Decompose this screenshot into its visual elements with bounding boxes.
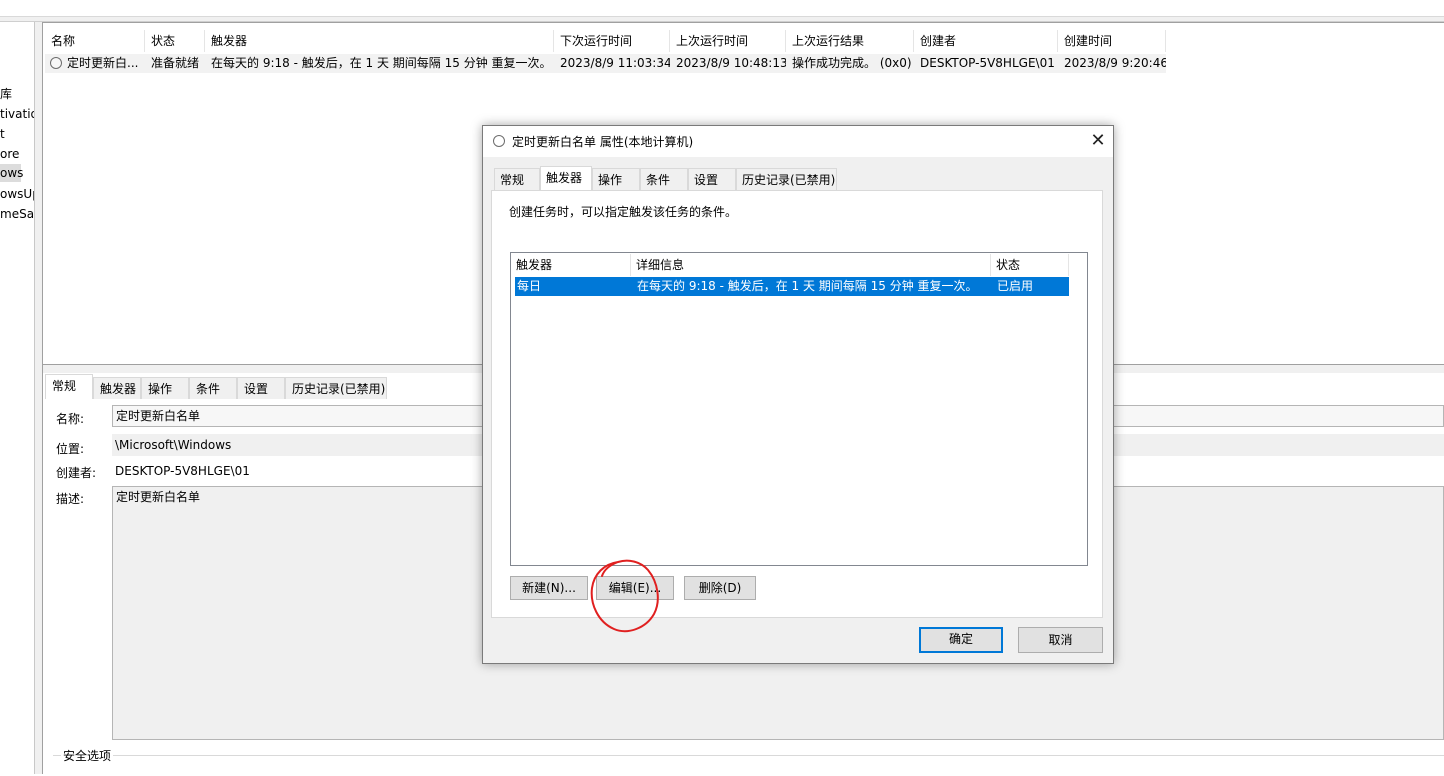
- tree-item[interactable]: tivatio: [0, 105, 34, 123]
- cancel-button[interactable]: 取消: [1018, 627, 1103, 653]
- column-header-next-run[interactable]: 下次运行时间: [554, 30, 670, 52]
- dialog-tab-actions[interactable]: 操作: [592, 168, 640, 190]
- trigger-details-cell: 在每天的 9:18 - 触发后，在 1 天 期间每隔 15 分钟 重复一次。: [637, 279, 978, 293]
- task-author-cell: DESKTOP-5V8HLGE\01: [914, 54, 1058, 73]
- column-header-trigger[interactable]: 触发器: [205, 30, 554, 52]
- tab-history[interactable]: 历史记录(已禁用): [285, 377, 387, 399]
- tree-item[interactable]: owsUp: [0, 185, 34, 203]
- name-label: 名称:: [56, 412, 85, 426]
- dialog-tab-history[interactable]: 历史记录(已禁用): [736, 168, 837, 190]
- tab-actions[interactable]: 操作: [141, 377, 189, 399]
- task-status-cell: 准备就绪: [145, 54, 205, 73]
- security-options-group: [53, 755, 1444, 776]
- column-header-name[interactable]: 名称: [45, 30, 145, 52]
- author-label: 创建者:: [56, 466, 97, 480]
- trigger-type-cell: 每日: [517, 279, 542, 293]
- details-column-header[interactable]: 详细信息: [631, 254, 991, 276]
- vertical-splitter[interactable]: [35, 22, 43, 774]
- column-header-last-run[interactable]: 上次运行时间: [670, 30, 786, 52]
- dialog-tab-settings[interactable]: 设置: [688, 168, 736, 190]
- security-options-label: 安全选项: [61, 747, 114, 764]
- toolbar-strip: [0, 0, 1444, 17]
- task-properties-dialog[interactable]: 定时更新白名单 属性(本地计算机) ✕ 常规 触发器 操作 条件 设置 历史记录…: [482, 125, 1114, 664]
- task-next-run-cell: 2023/8/9 11:03:34: [554, 54, 670, 73]
- clock-icon: [493, 135, 505, 147]
- tree-item[interactable]: 库: [0, 85, 12, 103]
- dialog-tab-general[interactable]: 常规: [494, 168, 540, 190]
- column-header-status[interactable]: 状态: [145, 30, 205, 52]
- ok-button[interactable]: 确定: [919, 627, 1003, 653]
- task-created-cell: 2023/8/9 9:20:46: [1058, 54, 1166, 73]
- tab-triggers[interactable]: 触发器: [93, 377, 141, 399]
- triggers-description: 创建任务时，可以指定触发该任务的条件。: [509, 205, 738, 219]
- description-label: 描述:: [56, 492, 85, 506]
- edit-trigger-button[interactable]: 编辑(E)...: [596, 576, 674, 600]
- tab-general[interactable]: 常规: [45, 374, 93, 399]
- task-trigger-cell: 在每天的 9:18 - 触发后，在 1 天 期间每隔 15 分钟 重复一次。: [205, 54, 554, 73]
- trigger-column-header[interactable]: 触发器: [511, 254, 631, 276]
- task-folder-tree[interactable]: 库 tivatio t ore ows owsUp meSa: [0, 22, 35, 774]
- dialog-title: 定时更新白名单 属性(本地计算机): [512, 135, 694, 149]
- task-last-result-cell: 操作成功完成。 (0x0): [786, 54, 914, 73]
- tree-item[interactable]: ore: [0, 145, 19, 163]
- triggers-tab-panel: 创建任务时，可以指定触发该任务的条件。 触发器 详细信息 状态 每日 在每天的 …: [491, 190, 1103, 618]
- tab-settings[interactable]: 设置: [237, 377, 285, 399]
- tree-item[interactable]: meSa: [0, 205, 34, 223]
- column-header-author[interactable]: 创建者: [914, 30, 1058, 52]
- task-last-run-cell: 2023/8/9 10:48:13: [670, 54, 786, 73]
- dialog-tab-triggers[interactable]: 触发器: [540, 166, 592, 191]
- location-label: 位置:: [56, 442, 85, 456]
- clock-icon: [50, 57, 62, 69]
- trigger-status-cell: 已启用: [997, 279, 1034, 293]
- trigger-list[interactable]: 触发器 详细信息 状态 每日 在每天的 9:18 - 触发后，在 1 天 期间每…: [510, 252, 1088, 566]
- delete-trigger-button[interactable]: 删除(D): [684, 576, 756, 600]
- new-trigger-button[interactable]: 新建(N)...: [510, 576, 588, 600]
- tree-item[interactable]: t: [0, 125, 5, 143]
- column-header-created[interactable]: 创建时间: [1058, 30, 1166, 52]
- close-button[interactable]: ✕: [1083, 126, 1113, 156]
- dialog-title-bar[interactable]: 定时更新白名单 属性(本地计算机) ✕: [483, 126, 1113, 157]
- tree-item-selected[interactable]: ows: [0, 164, 23, 182]
- trigger-row-selected[interactable]: 每日 在每天的 9:18 - 触发后，在 1 天 期间每隔 15 分钟 重复一次…: [515, 277, 1069, 296]
- column-header-last-result[interactable]: 上次运行结果: [786, 30, 914, 52]
- tab-conditions[interactable]: 条件: [189, 377, 237, 399]
- dialog-tab-conditions[interactable]: 条件: [640, 168, 688, 190]
- status-column-header[interactable]: 状态: [991, 254, 1069, 276]
